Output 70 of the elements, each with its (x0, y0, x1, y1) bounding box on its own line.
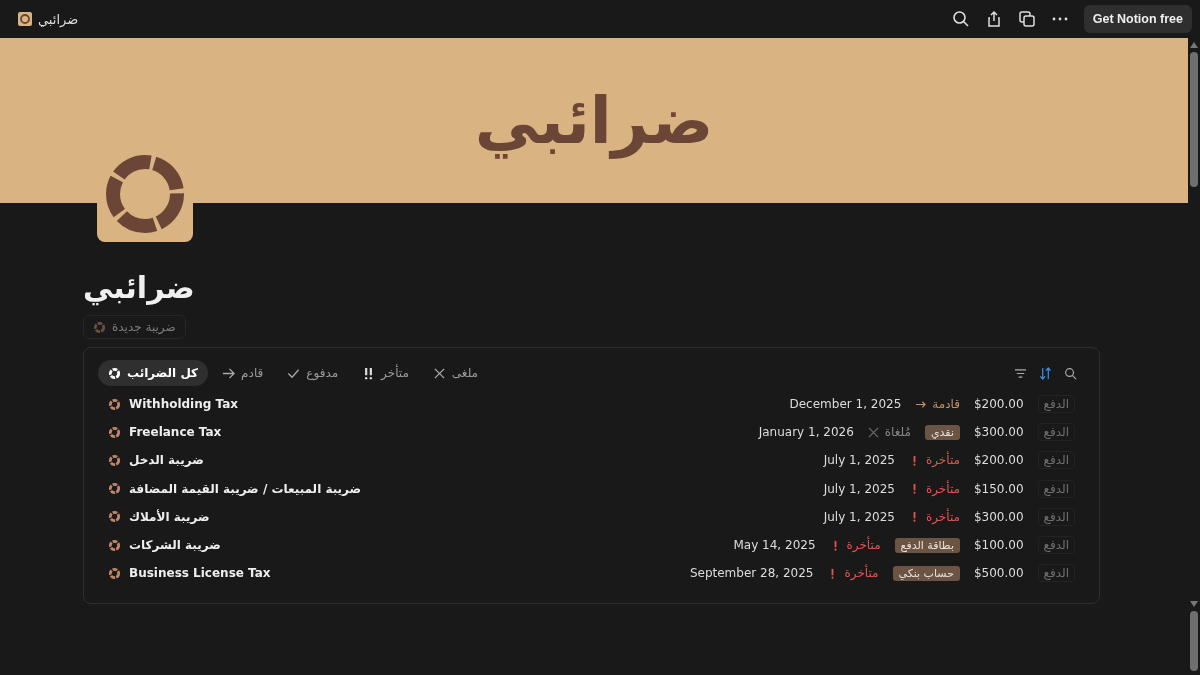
status-label: متأخرة (827, 566, 879, 581)
amount: $300.00 (973, 425, 1024, 440)
sort-icon[interactable] (1039, 366, 1052, 380)
x-icon (432, 366, 446, 380)
due-date: May 14, 2025 (733, 538, 816, 553)
amount: $200.00 (973, 453, 1024, 468)
amount: $300.00 (973, 509, 1024, 524)
filter-icon[interactable] (1014, 366, 1027, 380)
scroll-thumb[interactable] (1190, 611, 1198, 671)
status-label: متأخرة (908, 509, 960, 524)
amount: $200.00 (973, 397, 1024, 412)
scroll-up-icon[interactable] (1190, 42, 1198, 48)
due-date: July 1, 2025 (823, 509, 895, 524)
scroll-thumb[interactable] (1190, 52, 1198, 187)
page-title-breadcrumb[interactable]: ضرائبي (38, 11, 79, 27)
donut-icon (108, 538, 121, 552)
due-date: September 28, 2025 (689, 566, 814, 581)
donut-icon (108, 482, 121, 496)
due-date: December 1, 2025 (789, 397, 902, 412)
search-icon[interactable] (1064, 366, 1077, 380)
view-tab[interactable]: قادم (212, 360, 274, 386)
pay-button[interactable]: الدفع (1037, 536, 1075, 555)
view-tab[interactable]: مدفوع (277, 360, 349, 386)
view-tab[interactable]: متأخر (352, 360, 419, 386)
new-tax-button[interactable]: ضريبة جديدة (83, 315, 186, 339)
scroll-down-icon[interactable] (1190, 601, 1198, 607)
payment-method-tag: حساب بنكي (892, 565, 960, 581)
search-icon[interactable] (951, 10, 970, 28)
tax-name[interactable]: Business License Tax (129, 566, 271, 581)
donut-icon (108, 453, 121, 467)
tax-name[interactable]: Withholding Tax (129, 397, 239, 412)
status-label: قادمة (915, 397, 960, 412)
tax-name[interactable]: ضريبة المبيعات / ضريبة القيمة المضافة (129, 481, 362, 496)
status-label: متأخرة (908, 453, 960, 468)
donut-icon (108, 397, 121, 411)
donut-icon (108, 366, 121, 380)
page-title: ضرائبي (83, 270, 195, 305)
get-notion-free-button[interactable]: Get Notion free (1083, 5, 1192, 33)
pay-button[interactable]: الدفع (1037, 564, 1075, 583)
status-label: متأخرة (908, 481, 960, 496)
arrow-icon (222, 366, 236, 380)
pay-button[interactable]: الدفع (1037, 423, 1075, 442)
tax-name[interactable]: ضريبة الدخل (129, 453, 204, 468)
status-label: مُلغاة (867, 425, 911, 440)
tax-name[interactable]: ضريبة الأملاك (129, 509, 210, 524)
pay-button[interactable]: الدفع (1037, 395, 1075, 414)
tax-name[interactable]: ضريبة الشركات (129, 538, 221, 553)
due-date: July 1, 2025 (823, 481, 895, 496)
payment-method-tag: بطاقة الدفع (894, 537, 960, 553)
pay-button[interactable]: الدفع (1037, 479, 1075, 498)
status-label: متأخرة (829, 538, 881, 553)
cover-title: ضرائبي (474, 83, 714, 158)
amount: $100.00 (973, 538, 1024, 553)
amount: $150.00 (973, 481, 1024, 496)
donut-icon (108, 510, 121, 524)
due-date: January 1, 2026 (758, 425, 854, 440)
due-date: July 1, 2025 (823, 453, 895, 468)
view-tab[interactable]: كل الضرائب (98, 360, 209, 386)
pay-button[interactable]: الدفع (1037, 507, 1075, 526)
pay-button[interactable]: الدفع (1037, 451, 1075, 470)
donut-icon (108, 566, 121, 580)
amount: $500.00 (973, 566, 1024, 581)
tax-name[interactable]: Freelance Tax (129, 425, 222, 440)
payment-method-tag: نقدي (924, 424, 960, 440)
donut-icon (108, 425, 121, 439)
duplicate-icon[interactable] (1017, 10, 1036, 28)
view-tab[interactable]: ملغى (422, 360, 489, 386)
donut-icon (93, 320, 106, 334)
page-icon (18, 12, 32, 26)
x-icon (867, 426, 879, 438)
